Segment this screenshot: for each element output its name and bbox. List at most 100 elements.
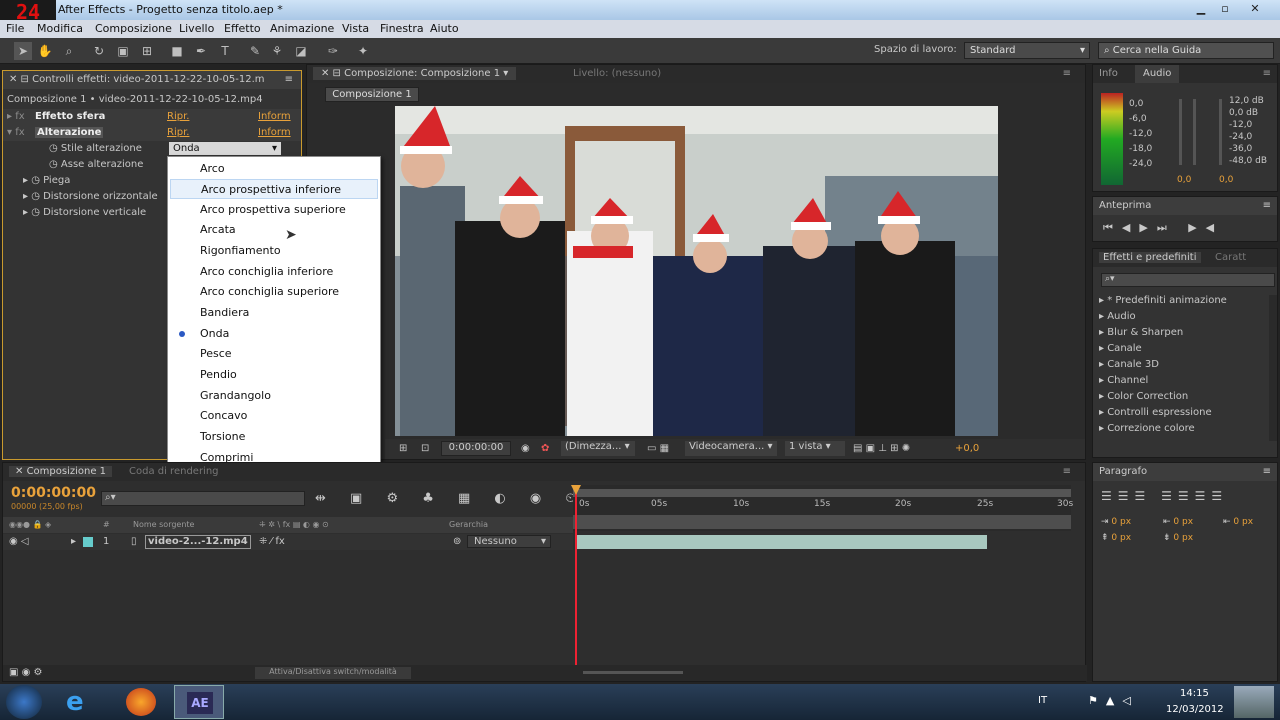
prop-horizontal-distortion[interactable]: ▸ ◷ Distorsione orizzontale: [23, 191, 158, 202]
audio-slider-track[interactable]: [1219, 99, 1222, 165]
audio-slider-track[interactable]: [1179, 99, 1182, 165]
channel-icon[interactable]: ✿: [541, 443, 549, 454]
dropdown-item[interactable]: Grandangolo: [170, 386, 378, 406]
playhead[interactable]: [575, 487, 577, 667]
menu-livello[interactable]: Livello: [179, 22, 214, 35]
text-tool-icon[interactable]: T: [216, 42, 234, 60]
tab-composition[interactable]: ✕ ⊟ Composizione: Composizione 1 ▾: [313, 67, 517, 80]
camera-select[interactable]: Videocamera... ▾: [685, 441, 777, 456]
list-item[interactable]: ▸ Audio: [1099, 309, 1227, 325]
zoom-slider[interactable]: [583, 671, 683, 674]
expand-arrow-icon[interactable]: ▸: [71, 534, 76, 550]
info-link[interactable]: Inform: [258, 127, 291, 138]
table-row[interactable]: ◉ ◁ ▸ 1 ▯ video-2...-12.mp4 ⁜ ⁄ fx ⊚ Nes…: [3, 534, 573, 550]
dropdown-item[interactable]: Arcata: [170, 220, 378, 240]
exposure-value[interactable]: +0,0: [955, 443, 979, 454]
timeline-current-time[interactable]: 0:00:00:00: [11, 485, 96, 501]
minimize-button[interactable]: ▁: [1190, 2, 1212, 17]
maximize-button[interactable]: ▫: [1214, 2, 1236, 17]
parent-select[interactable]: Nessuno ▾: [467, 535, 551, 548]
list-item[interactable]: ▸ Canale 3D: [1099, 357, 1227, 373]
start-button[interactable]: [6, 685, 42, 719]
menu-finestra[interactable]: Finestra: [380, 22, 424, 35]
layer-name[interactable]: video-2...-12.mp4: [145, 535, 251, 549]
toggle-switches-button[interactable]: Attiva/Disattiva switch/modalità: [255, 667, 411, 679]
footer-icons[interactable]: ▣ ◉ ⚙: [9, 667, 43, 678]
clone-tool-icon[interactable]: ⚘: [268, 42, 286, 60]
menu-modifica[interactable]: Modifica: [37, 22, 83, 35]
puppet-pin-icon[interactable]: ✦: [354, 42, 372, 60]
list-item[interactable]: ▸ * Predefiniti animazione: [1099, 293, 1227, 309]
timeline-search-input[interactable]: ⌕▾: [101, 491, 305, 506]
firefox-icon[interactable]: [126, 688, 156, 716]
clock-time[interactable]: 14:15: [1180, 688, 1209, 699]
list-item[interactable]: ▸ Correzione colore: [1099, 421, 1227, 437]
tab-paragraph[interactable]: Paragrafo ≡: [1093, 463, 1277, 481]
tab-audio[interactable]: Audio: [1135, 65, 1180, 83]
panel-menu-icon[interactable]: ≡: [1263, 65, 1271, 83]
layer-duration-bar[interactable]: [577, 535, 987, 549]
selection-tool-icon[interactable]: ➤: [14, 42, 32, 60]
dropdown-item[interactable]: Arco conchiglia superiore: [170, 282, 378, 302]
list-item[interactable]: ▸ Color Correction: [1099, 389, 1227, 405]
tab-info[interactable]: Info: [1099, 68, 1118, 79]
pan-behind-tool-icon[interactable]: ⊞: [138, 42, 156, 60]
ie-icon[interactable]: e: [66, 687, 84, 717]
alignment-buttons[interactable]: ☰☰☰ ☰☰☰☰: [1101, 489, 1228, 503]
tab-render-queue[interactable]: Coda di rendering: [129, 463, 219, 481]
menu-animazione[interactable]: Animazione: [270, 22, 334, 35]
dropdown-item[interactable]: Concavo: [170, 406, 378, 426]
info-link[interactable]: Inform: [258, 111, 291, 122]
close-icon[interactable]: ✕: [15, 466, 27, 477]
expand-arrow-icon[interactable]: ▸ fx: [7, 111, 25, 122]
work-area-bar[interactable]: [573, 489, 1071, 497]
taskbar-ae-button[interactable]: AE: [174, 685, 224, 719]
safe-zones-icon[interactable]: ⊞: [399, 443, 407, 454]
list-item[interactable]: ▸ Blur & Sharpen: [1099, 325, 1227, 341]
rectangle-tool-icon[interactable]: ■: [168, 42, 186, 60]
dropdown-item[interactable]: Pendio: [170, 365, 378, 385]
dropdown-item[interactable]: Arco conchiglia inferiore: [170, 262, 378, 282]
parent-pickwhip-icon[interactable]: ⊚: [453, 534, 461, 550]
workspace-select[interactable]: Standard ▾: [964, 42, 1090, 59]
audio-value-left[interactable]: 0,0: [1177, 175, 1191, 185]
list-item[interactable]: ▸ Canale: [1099, 341, 1227, 357]
expand-arrow-icon[interactable]: ▸ ◷: [23, 207, 43, 218]
dropdown-item[interactable]: Bandiera: [170, 303, 378, 323]
dropdown-item-selected[interactable]: Onda: [170, 324, 378, 344]
stopwatch-icon[interactable]: ◷: [49, 143, 61, 154]
panel-menu-icon[interactable]: ≡: [285, 71, 293, 89]
view-options-icon[interactable]: ▤ ▣ ⊥ ⊞ ✺: [853, 443, 910, 454]
list-item[interactable]: ▸ Controlli espressione: [1099, 405, 1227, 421]
prop-warp-style[interactable]: ◷ Stile alterazione: [49, 143, 142, 154]
pen-tool-icon[interactable]: ✒: [192, 42, 210, 60]
time-ruler[interactable]: 0s 05s 10s 15s 20s 25s 30s: [573, 485, 1073, 531]
list-item[interactable]: ▸ Channel: [1099, 373, 1227, 389]
label-color-swatch[interactable]: [83, 537, 93, 547]
visibility-icon[interactable]: ◉ ◁: [9, 534, 29, 550]
comp-subtab[interactable]: Composizione 1: [325, 87, 419, 102]
dropdown-item[interactable]: Pesce: [170, 344, 378, 364]
effect-row-warp[interactable]: ▾ fx Alterazione Ripr. Inform: [3, 125, 301, 141]
tab-layer[interactable]: Livello: (nessuno): [573, 65, 661, 83]
panel-menu-icon[interactable]: ≡: [1063, 463, 1071, 481]
collapse-arrow-icon[interactable]: ▾ fx: [7, 127, 25, 138]
dropdown-item[interactable]: Arco prospettiva superiore: [170, 200, 378, 220]
snapshot-icon[interactable]: ◉: [521, 443, 530, 454]
close-button[interactable]: ✕: [1244, 2, 1266, 17]
effect-row-sphere[interactable]: ▸ fx Effetto sfera Ripr. Inform: [3, 109, 301, 125]
prop-warp-axis[interactable]: ◷ Asse alterazione: [49, 159, 143, 170]
current-time-display[interactable]: 0:00:00:00: [441, 441, 511, 456]
audio-slider-track[interactable]: [1193, 99, 1196, 165]
roi-icon[interactable]: ▭ ▦: [647, 443, 669, 454]
zoom-tool-icon[interactable]: ⌕: [60, 42, 78, 60]
indent-right[interactable]: ⇤ 0 px: [1223, 517, 1253, 527]
hand-tool-icon[interactable]: ✋: [36, 42, 54, 60]
brush-tool-icon[interactable]: ✎: [246, 42, 264, 60]
video-frame[interactable]: [395, 106, 998, 436]
menu-composizione[interactable]: Composizione: [95, 22, 172, 35]
menu-vista[interactable]: Vista: [342, 22, 369, 35]
tray-icons[interactable]: ⚑▲◁: [1088, 694, 1139, 707]
roto-brush-icon[interactable]: ✑: [324, 42, 342, 60]
tab-character[interactable]: Caratt: [1215, 249, 1246, 267]
